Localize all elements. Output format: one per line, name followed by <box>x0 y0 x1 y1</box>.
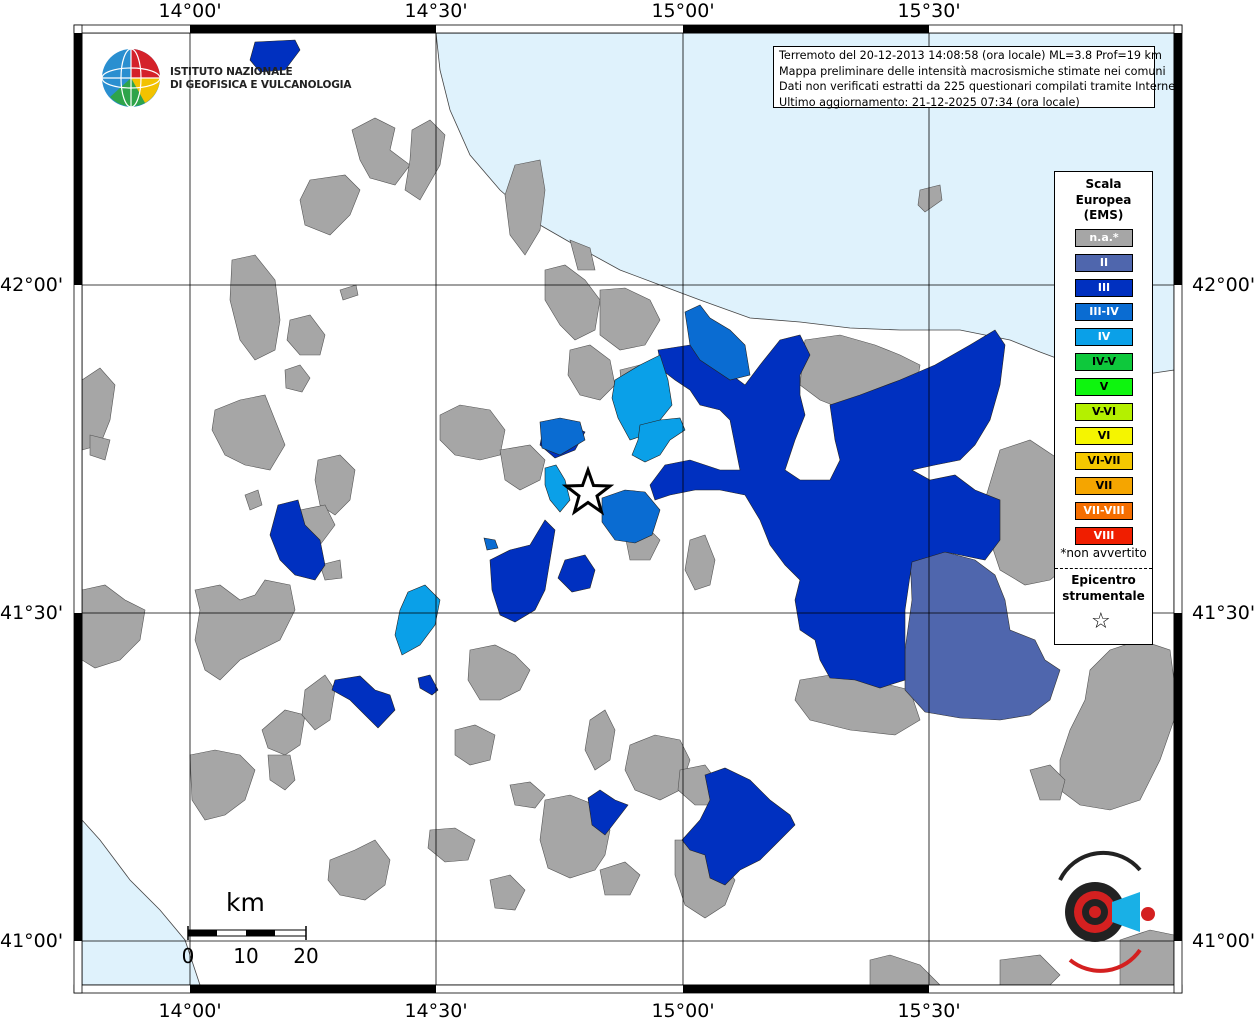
ingv-logo: ISTITUTO NAZIONALE DI GEOFISICA E VULCAN… <box>100 47 351 109</box>
lon-tick-bottom-3: 15°00' <box>651 1000 715 1022</box>
scale-label-10: 10 <box>233 944 259 968</box>
scale-unit: km <box>226 888 265 917</box>
haisentito-logo <box>1030 850 1170 980</box>
lat-tick-left-3: 41°00' <box>0 930 64 952</box>
info-line-4: Ultimo aggiornamento: 21-12-2025 07:34 (… <box>779 95 1080 109</box>
lat-tick-right-3: 41°00' <box>1192 930 1256 952</box>
lon-tick-bottom-2: 14°30' <box>404 1000 468 1022</box>
info-line-2: Mappa preliminare delle intensità macros… <box>779 64 1166 78</box>
legend-item-vii: VII <box>1075 477 1133 495</box>
ingv-globe-icon <box>101 48 161 108</box>
legend-item-iii: III <box>1075 278 1133 297</box>
lon-tick-bottom-1: 14°00' <box>158 1000 222 1022</box>
lon-tick-top-3: 15°00' <box>651 0 715 22</box>
legend-epicentre-label: Epicentro strumentale <box>1055 572 1152 604</box>
legend-title-line-2: Europea <box>1075 192 1132 207</box>
legend-item-iii-iv: III-IV <box>1075 303 1133 322</box>
legend-item-vi: VI <box>1075 427 1133 446</box>
legend-item-v-vi: V-VI <box>1075 402 1133 421</box>
legend-title: Scala Europea (EMS) <box>1055 177 1152 224</box>
legend-item-vii-viii: VII-VIII <box>1075 501 1133 520</box>
haisentito-logo-icon <box>1058 850 1155 973</box>
lat-tick-right-2: 41°30' <box>1192 602 1256 624</box>
lon-tick-top-2: 14°30' <box>404 0 468 22</box>
legend-title-line-1: Scala <box>1085 177 1122 191</box>
scale-label-20: 20 <box>293 944 319 968</box>
legend-item-viii: VIII <box>1075 526 1133 545</box>
legend-separator <box>1055 568 1152 569</box>
legend-item-n-a: n.a.* <box>1075 229 1133 247</box>
legend-item-iv: IV <box>1075 328 1133 347</box>
scale-label-0: 0 <box>181 944 195 968</box>
lon-tick-top-1: 14°00' <box>158 0 222 22</box>
lat-tick-left-2: 41°30' <box>0 602 64 624</box>
legend-item-iv-v: IV-V <box>1075 353 1133 371</box>
lon-tick-top-4: 15°30' <box>897 0 961 22</box>
info-line-3: Dati non verificati estratti da 225 ques… <box>779 80 1184 93</box>
legend-item-v: V <box>1075 377 1133 396</box>
logo-line-1: ISTITUTO NAZIONALE <box>170 66 293 78</box>
event-info-box: Terremoto del 20-12-2013 14:08:58 (ora l… <box>773 46 1184 109</box>
legend-star-icon: ☆ <box>1091 609 1111 634</box>
lat-tick-left-1: 42°00' <box>0 274 64 296</box>
ems-legend: Scala Europea (EMS) n.a.* II III III-IV IV IV… <box>1054 171 1153 645</box>
legend-item-ii: II <box>1075 253 1133 272</box>
legend-epicentre-line-2: strumentale <box>1062 589 1145 603</box>
legend-title-line-3: (EMS) <box>1083 208 1124 222</box>
logo-line-2: DI GEOFISICA E VULCANOLOGIA <box>170 79 352 91</box>
lat-tick-right-1: 42°00' <box>1192 274 1256 296</box>
legend-note: *non avvertito <box>1060 546 1147 560</box>
lon-tick-bottom-4: 15°30' <box>897 1000 961 1022</box>
info-line-1: Terremoto del 20-12-2013 14:08:58 (ora l… <box>779 49 1162 62</box>
legend-item-vi-vii: VI-VII <box>1075 452 1133 471</box>
legend-epicentre-line-1: Epicentro <box>1071 573 1136 587</box>
